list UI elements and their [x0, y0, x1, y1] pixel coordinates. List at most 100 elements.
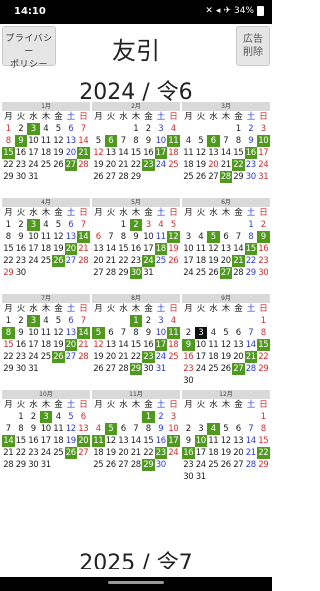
- calendar-day[interactable]: 14: [2, 435, 15, 447]
- calendar-day[interactable]: 31: [155, 363, 168, 375]
- calendar-day[interactable]: 10: [27, 135, 40, 147]
- calendar-day[interactable]: 4: [155, 219, 168, 231]
- calendar-day[interactable]: 23: [182, 459, 195, 471]
- calendar-day[interactable]: 1: [2, 123, 15, 135]
- calendar-day[interactable]: 17: [27, 147, 40, 159]
- calendar-day[interactable]: 5: [92, 327, 105, 339]
- calendar-day[interactable]: 13: [92, 243, 105, 255]
- calendar-day[interactable]: 25: [40, 159, 53, 171]
- calendar-day[interactable]: 28: [2, 459, 15, 471]
- calendar-day[interactable]: 23: [15, 351, 28, 363]
- calendar-day[interactable]: 20: [232, 351, 245, 363]
- calendar-day[interactable]: 9: [15, 231, 28, 243]
- calendar-day[interactable]: 8: [130, 135, 143, 147]
- calendar-day[interactable]: 4: [207, 423, 220, 435]
- calendar-day[interactable]: 11: [52, 423, 65, 435]
- calendar-day[interactable]: 15: [2, 243, 15, 255]
- calendar-day[interactable]: 21: [130, 447, 143, 459]
- calendar-day[interactable]: 4: [195, 231, 208, 243]
- calendar-day[interactable]: 19: [65, 435, 78, 447]
- calendar-day[interactable]: 3: [155, 123, 168, 135]
- calendar-day[interactable]: 19: [207, 255, 220, 267]
- calendar-day[interactable]: 19: [105, 447, 118, 459]
- calendar-day[interactable]: 24: [40, 447, 53, 459]
- calendar-day[interactable]: 28: [245, 363, 258, 375]
- calendar-day[interactable]: 28: [117, 363, 130, 375]
- calendar-day[interactable]: 6: [207, 135, 220, 147]
- calendar-day[interactable]: 29: [117, 267, 130, 279]
- calendar-day[interactable]: 11: [195, 243, 208, 255]
- calendar-day[interactable]: 24: [195, 363, 208, 375]
- calendar-day[interactable]: 13: [77, 423, 90, 435]
- calendar-day[interactable]: 19: [52, 243, 65, 255]
- calendar-day[interactable]: 18: [154, 243, 167, 255]
- calendar-day[interactable]: 28: [105, 267, 118, 279]
- calendar-day[interactable]: 5: [52, 219, 65, 231]
- calendar-day[interactable]: 3: [39, 411, 52, 423]
- calendar-day[interactable]: 27: [77, 447, 90, 459]
- calendar-day[interactable]: 26: [195, 171, 208, 183]
- calendar-day[interactable]: 12: [52, 231, 65, 243]
- calendar-day[interactable]: 8: [2, 135, 15, 147]
- calendar-day[interactable]: 12: [220, 339, 233, 351]
- calendar-day[interactable]: 30: [142, 363, 155, 375]
- calendar-day[interactable]: 18: [207, 351, 220, 363]
- calendar-day[interactable]: 2: [142, 123, 155, 135]
- calendar-day[interactable]: 29: [257, 459, 270, 471]
- calendar-day[interactable]: 9: [27, 423, 40, 435]
- calendar-day[interactable]: 21: [232, 255, 245, 267]
- calendar-day[interactable]: 8: [245, 231, 258, 243]
- calendar-day[interactable]: 6: [65, 219, 78, 231]
- calendar-day[interactable]: 26: [52, 351, 65, 363]
- calendar-day[interactable]: 17: [182, 255, 195, 267]
- calendar-day[interactable]: 15: [244, 243, 257, 255]
- calendar-day[interactable]: 29: [2, 171, 15, 183]
- calendar-day[interactable]: 2: [15, 123, 28, 135]
- calendar-day[interactable]: 1: [130, 123, 143, 135]
- calendar-day[interactable]: 2: [129, 219, 142, 231]
- calendar-day[interactable]: 27: [207, 171, 220, 183]
- calendar-day[interactable]: 23: [154, 447, 167, 459]
- calendar-day[interactable]: 2: [182, 327, 195, 339]
- calendar-day[interactable]: 20: [220, 255, 233, 267]
- calendar-day[interactable]: 11: [155, 231, 168, 243]
- calendar-day[interactable]: 24: [155, 351, 168, 363]
- calendar-day[interactable]: 6: [105, 327, 118, 339]
- calendar-day[interactable]: 4: [182, 135, 195, 147]
- calendar-day[interactable]: 1: [15, 411, 28, 423]
- calendar-day[interactable]: 4: [52, 411, 65, 423]
- calendar-day[interactable]: 3: [167, 411, 180, 423]
- calendar-day[interactable]: 10: [182, 243, 195, 255]
- calendar-day[interactable]: 1: [257, 411, 270, 423]
- calendar-day[interactable]: 17: [154, 147, 167, 159]
- calendar-day[interactable]: 15: [2, 147, 15, 159]
- calendar-day[interactable]: 23: [27, 447, 40, 459]
- calendar-day[interactable]: 4: [92, 423, 105, 435]
- calendar-day[interactable]: 25: [167, 351, 180, 363]
- calendar-day[interactable]: 31: [40, 459, 53, 471]
- calendar-day[interactable]: 1: [2, 315, 15, 327]
- calendar-day[interactable]: 15: [2, 339, 15, 351]
- calendar-day[interactable]: 27: [232, 459, 245, 471]
- calendar-day[interactable]: 12: [207, 243, 220, 255]
- calendar-day[interactable]: 14: [105, 243, 118, 255]
- calendar-day[interactable]: 5: [207, 231, 220, 243]
- calendar-day[interactable]: 15: [15, 435, 28, 447]
- calendar-day[interactable]: 5: [92, 135, 105, 147]
- calendar-day[interactable]: 4: [40, 315, 53, 327]
- calendar-day[interactable]: 6: [220, 231, 233, 243]
- calendar-day[interactable]: 18: [40, 339, 53, 351]
- calendar-day[interactable]: 18: [92, 447, 105, 459]
- calendar-day[interactable]: 24: [142, 255, 155, 267]
- calendar-day[interactable]: 3: [257, 123, 270, 135]
- calendar-day[interactable]: 23: [257, 255, 270, 267]
- calendar-day[interactable]: 28: [117, 171, 130, 183]
- calendar-day[interactable]: 6: [77, 411, 90, 423]
- calendar-day[interactable]: 6: [92, 231, 105, 243]
- calendar-day[interactable]: 27: [65, 351, 78, 363]
- calendar-day[interactable]: 25: [92, 459, 105, 471]
- calendar-day[interactable]: 14: [245, 339, 258, 351]
- calendar-day[interactable]: 26: [64, 447, 77, 459]
- calendar-day[interactable]: 23: [15, 159, 28, 171]
- calendar-day[interactable]: 27: [105, 171, 118, 183]
